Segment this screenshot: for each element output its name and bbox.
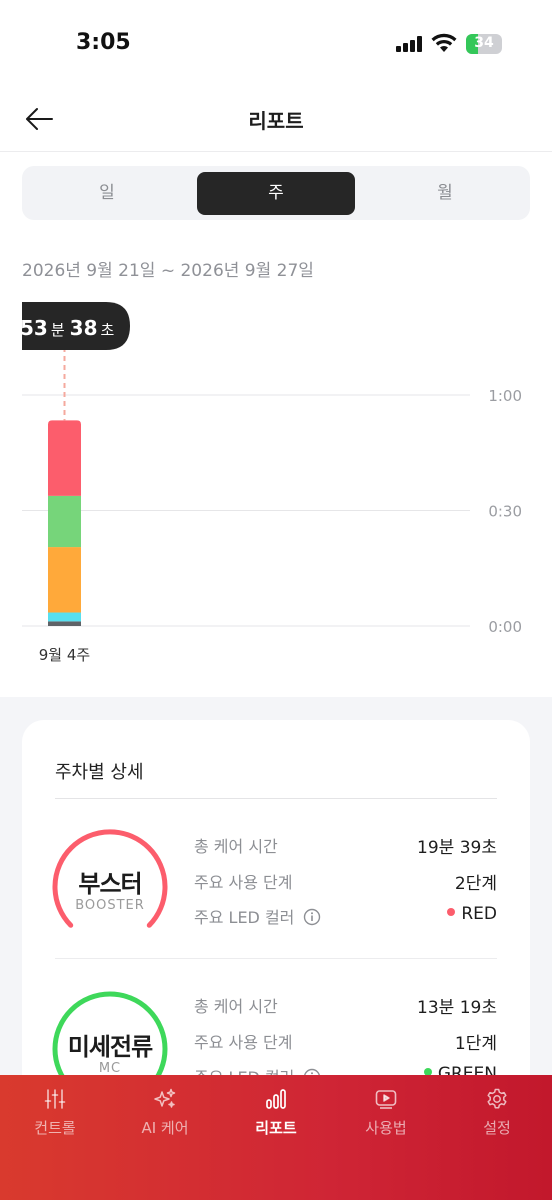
sparkle-icon: [154, 1088, 176, 1108]
tab-day[interactable]: 일: [28, 172, 186, 215]
date-range: 2026년 9월 21일 ~ 2026년 9월 27일: [22, 261, 314, 281]
battery-level: 34: [474, 35, 494, 51]
cellular-signal-icon: [396, 36, 424, 52]
bar-segment: [48, 612, 81, 622]
y-tick-label: 1:00: [488, 387, 522, 405]
tab-month[interactable]: 월: [366, 172, 524, 215]
tab-ai-care-label: AI 케어: [141, 1119, 189, 1137]
info-icon[interactable]: [303, 908, 321, 926]
booster-total-time-label: 총 케어 시간: [194, 837, 278, 856]
mc-total-time-label: 총 케어 시간: [194, 997, 278, 1016]
mc-sub: MC: [98, 1061, 122, 1076]
item-divider: [55, 958, 497, 959]
bar-chart-icon: [266, 1089, 286, 1109]
booster-led-value: RED: [447, 904, 497, 924]
booster-total-time-value: 19분 39초: [417, 838, 497, 858]
mc-stage-value: 1단계: [454, 1034, 497, 1054]
bar-segment: [48, 621, 81, 626]
booster-sub: BOOSTER: [75, 898, 145, 913]
tab-week[interactable]: 주: [197, 172, 355, 215]
period-selector: 일 주 월: [22, 166, 530, 220]
card-divider: [55, 798, 497, 799]
booster-led-label-text: 주요 LED 컬러: [194, 908, 295, 927]
battery-icon: 34: [466, 34, 502, 54]
tab-report-label: 리포트: [255, 1119, 297, 1137]
header-divider: [0, 151, 552, 152]
gear-icon: [487, 1088, 507, 1109]
bottom-tab-bar: 컨트롤 AI 케어 리포트 사용법 설정: [0, 1075, 552, 1200]
booster-name: 부스터: [78, 870, 142, 898]
tab-settings-label: 설정: [483, 1119, 511, 1137]
tab-ai-care[interactable]: AI 케어: [110, 1087, 220, 1138]
card-title: 주차별 상세: [55, 762, 144, 783]
mc-name: 미세전류: [67, 1033, 153, 1061]
top-panel: 3:05 34 리포트 일 주 월 2026년 9월 21일 ~ 2026년 9…: [0, 0, 552, 697]
mc-stage-label: 주요 사용 단계: [194, 1033, 293, 1052]
booster-stage-label: 주요 사용 단계: [194, 873, 293, 892]
status-time: 3:05: [76, 30, 131, 55]
y-tick-label: 0:00: [488, 618, 522, 636]
x-category-label: 9월 4주: [39, 646, 90, 664]
weekly-usage-chart: 0:000:301:009월 4주53 분 38 초: [22, 302, 522, 664]
red-dot-icon: [447, 908, 456, 916]
page-title: 리포트: [248, 109, 304, 133]
bar-segment: [48, 420, 81, 496]
tab-control[interactable]: 컨트롤: [0, 1087, 110, 1138]
booster-led-text: RED: [461, 904, 497, 924]
wifi-icon: [431, 33, 457, 52]
tab-how-to-label: 사용법: [365, 1119, 407, 1137]
booster-gauge: 부스터 BOOSTER: [52, 828, 168, 944]
booster-led-label: 주요 LED 컬러: [194, 904, 321, 928]
y-tick-label: 0:30: [488, 503, 522, 521]
bar-segment: [48, 495, 81, 548]
booster-stage-value: 2단계: [454, 874, 497, 894]
play-icon: [375, 1090, 397, 1109]
tab-how-to[interactable]: 사용법: [331, 1087, 441, 1138]
sliders-icon: [44, 1089, 66, 1109]
tab-settings[interactable]: 설정: [442, 1087, 552, 1138]
mc-total-time-value: 13분 19초: [417, 998, 497, 1018]
tab-control-label: 컨트롤: [34, 1119, 76, 1137]
bar-segment: [48, 547, 81, 613]
tab-report[interactable]: 리포트: [221, 1087, 331, 1138]
